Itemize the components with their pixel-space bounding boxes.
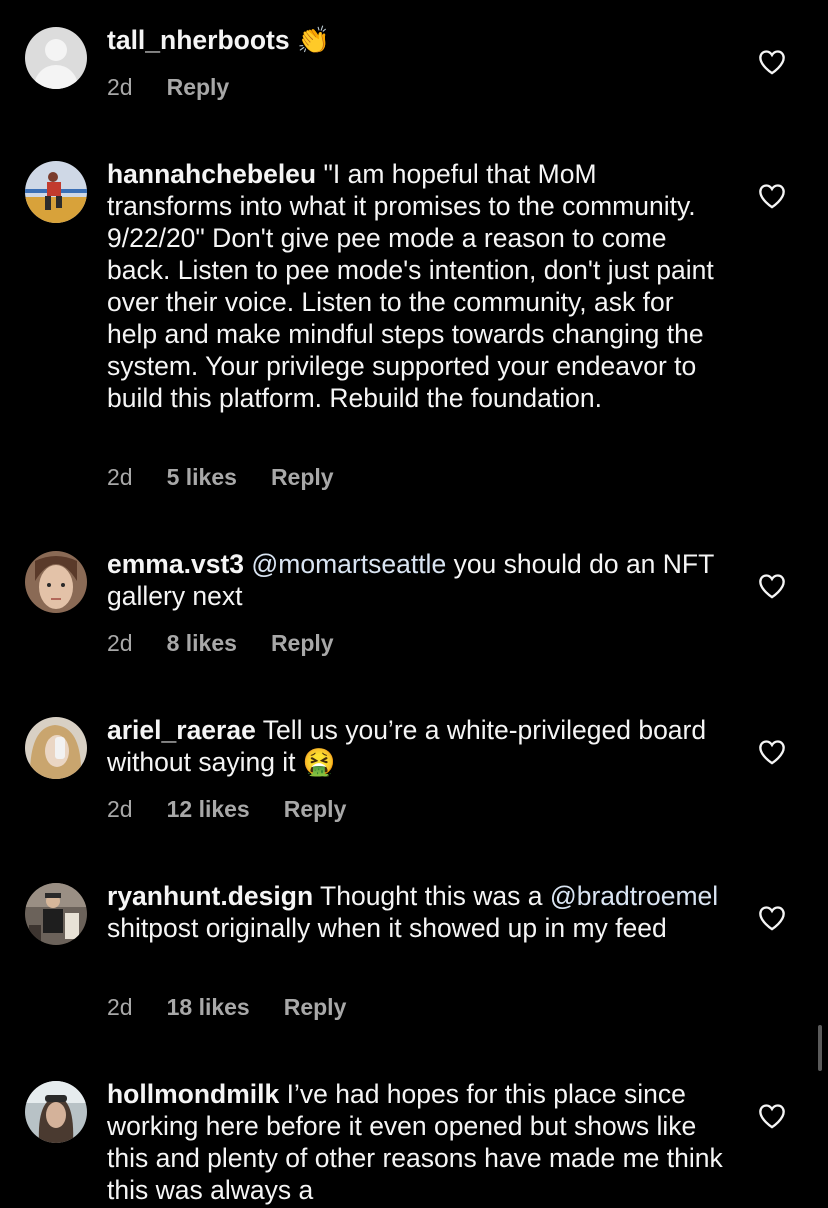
comment-meta: 2d Reply [107, 74, 229, 101]
heart-outline-icon[interactable] [758, 1103, 786, 1129]
comment-text: "I am hopeful that MoM transforms into w… [107, 159, 714, 413]
comment-meta: 2d 18 likes Reply [107, 994, 346, 1021]
avatar[interactable] [25, 883, 87, 945]
comment-time: 2d [107, 994, 133, 1020]
comment-body: tall_nherboots 👏 [107, 24, 727, 57]
avatar-photo [25, 551, 87, 613]
comment-text: shitpost originally when it showed up in… [107, 913, 667, 943]
comment-body: hannahchebeleu "I am hopeful that MoM tr… [107, 158, 727, 414]
reply-button[interactable]: Reply [167, 74, 230, 101]
comment-time: 2d [107, 464, 133, 490]
comment-body: hollmondmilk I’ve had hopes for this pla… [107, 1078, 727, 1206]
mention-link[interactable]: @bradtroemel [550, 881, 718, 911]
comment-text-prefix: Thought this was a [320, 881, 543, 911]
vomiting-face-emoji: 🤮 [302, 747, 336, 778]
heart-outline-icon[interactable] [758, 905, 786, 931]
likes-count[interactable]: 12 likes [167, 796, 250, 823]
avatar[interactable] [25, 717, 87, 779]
avatar[interactable] [25, 27, 87, 89]
reply-button[interactable]: Reply [271, 630, 334, 657]
comment-username[interactable]: hannahchebeleu [107, 159, 316, 189]
comment-time: 2d [107, 630, 133, 656]
comment-meta: 2d 8 likes Reply [107, 630, 334, 657]
reply-button[interactable]: Reply [284, 994, 347, 1021]
clapping-hands-emoji: 👏 [296, 25, 330, 56]
comment-username[interactable]: tall_nherboots [107, 25, 290, 55]
avatar[interactable] [25, 1081, 87, 1143]
reply-button[interactable]: Reply [284, 796, 347, 823]
avatar[interactable] [25, 161, 87, 223]
comment-username[interactable]: emma.vst3 [107, 549, 244, 579]
heart-outline-icon[interactable] [758, 739, 786, 765]
heart-outline-icon[interactable] [758, 573, 786, 599]
likes-count[interactable]: 18 likes [167, 994, 250, 1021]
likes-count[interactable]: 8 likes [167, 630, 237, 657]
heart-outline-icon[interactable] [758, 49, 786, 75]
comment-meta: 2d 12 likes Reply [107, 796, 346, 823]
scrollbar[interactable] [818, 1025, 822, 1071]
comment-meta: 2d 5 likes Reply [107, 464, 334, 491]
comment-username[interactable]: ariel_raerae [107, 715, 256, 745]
mention-link[interactable]: @momartseattle [251, 549, 446, 579]
comment-username[interactable]: ryanhunt.design [107, 881, 313, 911]
comment-body: ariel_raerae Tell us you’re a white-priv… [107, 714, 727, 779]
heart-outline-icon[interactable] [758, 183, 786, 209]
avatar-photo [25, 1081, 87, 1143]
avatar-photo [25, 717, 87, 779]
likes-count[interactable]: 5 likes [167, 464, 237, 491]
comment-body: ryanhunt.design Thought this was a @brad… [107, 880, 727, 944]
avatar[interactable] [25, 551, 87, 613]
comment-time: 2d [107, 796, 133, 822]
comment-username[interactable]: hollmondmilk [107, 1079, 279, 1109]
comment-time: 2d [107, 74, 133, 100]
avatar-photo [25, 161, 87, 223]
comment-body: emma.vst3 @momartseattle you should do a… [107, 548, 727, 612]
avatar-photo [25, 883, 87, 945]
reply-button[interactable]: Reply [271, 464, 334, 491]
